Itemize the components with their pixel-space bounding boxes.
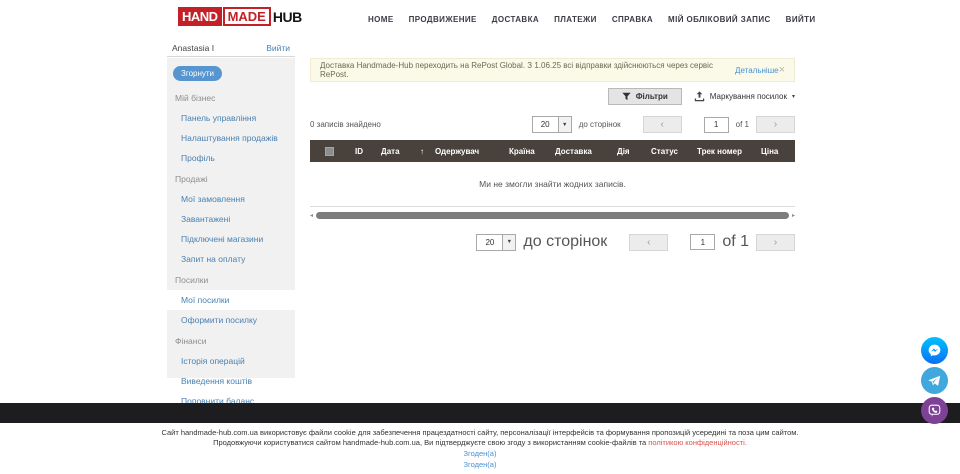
scrollbar-thumb[interactable] [316, 212, 789, 219]
messenger-icon[interactable] [921, 337, 948, 364]
filter-funnel-icon [622, 92, 631, 101]
empty-message: Ми не змогли знайти жодних записів. [479, 179, 626, 189]
next-page-button[interactable]: › [756, 116, 795, 133]
telegram-icon[interactable] [921, 367, 948, 394]
nav-help[interactable]: СПРАВКА [612, 15, 653, 24]
collapse-sidebar-button[interactable]: Згорнути [173, 66, 222, 81]
header-cell-action[interactable]: Дія [610, 140, 644, 162]
sidebar-item-connected-stores[interactable]: Підключені магазини [167, 229, 295, 249]
select-caret-icon: ▼ [558, 117, 571, 132]
filters-button-label: Фільтри [636, 92, 668, 101]
logo-hand: HAND [178, 7, 222, 26]
main-nav: HOME ПРОДВИЖЕНИЕ ДОСТАВКА ПЛАТЕЖИ СПРАВК… [368, 0, 816, 38]
sort-ascending-icon: ↑ [420, 147, 424, 156]
main-content: Доставка Handmade-Hub переходить на RePo… [310, 58, 795, 251]
scroll-right-icon[interactable]: ▸ [792, 213, 795, 219]
banner-details-link[interactable]: Детальніше [735, 66, 779, 75]
pagination-top: 20 ▼ до сторінок ‹ of 1 › [532, 116, 795, 133]
header-cell-price[interactable]: Ціна [754, 140, 795, 162]
parcel-marking-button[interactable]: Маркування посилок ▾ [694, 91, 795, 102]
sidebar-item-dashboard[interactable]: Панель управління [167, 108, 295, 128]
upload-tray-icon [694, 91, 705, 102]
social-floating-buttons [921, 337, 948, 424]
sidebar-section-parcels: Посилки [167, 269, 295, 290]
sidebar-item-my-orders[interactable]: Мої замовлення [167, 189, 295, 209]
header-cell-id[interactable]: ID [348, 140, 374, 162]
nav-payments[interactable]: ПЛАТЕЖИ [554, 15, 597, 24]
horizontal-scrollbar: ◂ ▸ [310, 211, 795, 220]
nav-promotion[interactable]: ПРОДВИЖЕНИЕ [409, 15, 477, 24]
per-page-label: до сторінок [579, 120, 621, 129]
nav-delivery[interactable]: ДОСТАВКА [492, 15, 539, 24]
privacy-policy-link[interactable]: політикою конфіденційності. [648, 438, 747, 447]
select-caret-icon-bottom: ▼ [502, 235, 515, 250]
sidebar-item-uploaded[interactable]: Завантажені [167, 209, 295, 229]
cookie-line2-text: Продовжуючи користуватися сайтом handmad… [213, 438, 648, 447]
close-icon[interactable]: × [779, 65, 785, 76]
sidebar: Згорнути Мій бізнес Панель управління На… [167, 58, 295, 378]
sidebar-section-finance: Фінанси [167, 330, 295, 351]
filters-button[interactable]: Фільтри [608, 88, 682, 105]
chevron-down-icon: ▾ [792, 93, 795, 100]
nav-home[interactable]: HOME [368, 15, 394, 24]
footer-dark-bar [0, 403, 960, 423]
header-cell-country[interactable]: Країна [502, 140, 548, 162]
pagination-bottom-wrap: 20 ▼ до сторінок ‹ of 1 › [310, 233, 795, 251]
results-row: 0 записів знайдено 20 ▼ до сторінок ‹ of… [310, 115, 795, 134]
sidebar-section-sales: Продажі [167, 168, 295, 189]
parcel-marking-label: Маркування посилок [710, 92, 787, 101]
per-page-label-bottom: до сторінок [523, 233, 607, 251]
cookie-agree-link-1[interactable]: Згоден(а) [0, 449, 960, 459]
header-cell-delivery[interactable]: Доставка [548, 140, 610, 162]
sidebar-item-create-parcel[interactable]: Оформити посилку [167, 310, 295, 330]
table-empty-state: Ми не змогли знайти жодних записів. [310, 162, 795, 207]
prev-page-button-bottom[interactable]: ‹ [629, 234, 668, 251]
sidebar-item-profile[interactable]: Профіль [167, 148, 295, 168]
per-page-value: 20 [533, 120, 558, 129]
header-cell-recipient[interactable]: Одержувач [428, 140, 502, 162]
cookie-agree-link-2[interactable]: Згоден(а) [0, 460, 960, 470]
top-header: HAND MADE HUB HOME ПРОДВИЖЕНИЕ ДОСТАВКА … [0, 0, 960, 38]
user-bar: Anastasia I Вийти [167, 40, 295, 57]
header-cell-date[interactable]: Дата ↑ [374, 140, 428, 162]
cookie-text-line2: Продовжуючи користуватися сайтом handmad… [0, 438, 960, 448]
logo-hub: HUB [273, 9, 302, 25]
sidebar-item-withdrawals[interactable]: Виведення коштів [167, 371, 295, 391]
per-page-select[interactable]: 20 ▼ [532, 116, 572, 133]
select-all-checkbox[interactable] [325, 147, 334, 156]
cookie-footer: Сайт handmade-hub.com.ua використовує фа… [0, 428, 960, 470]
page-of-label: of 1 [736, 120, 749, 129]
logo-made: MADE [223, 7, 271, 26]
header-cell-status[interactable]: Статус [644, 140, 690, 162]
header-cell-checkbox [310, 140, 348, 162]
username: Anastasia I [172, 43, 214, 53]
parcels-table-header: ID Дата ↑ Одержувач Країна Доставка Дія … [310, 140, 795, 162]
page-number-input[interactable] [704, 117, 729, 133]
repost-notice-banner: Доставка Handmade-Hub переходить на RePo… [310, 58, 795, 82]
pagination-bottom: 20 ▼ до сторінок ‹ of 1 › [476, 233, 795, 251]
per-page-select-bottom[interactable]: 20 ▼ [476, 234, 516, 251]
records-count: 0 записів знайдено [310, 120, 381, 129]
scroll-left-icon[interactable]: ◂ [310, 213, 313, 219]
cookie-text-line1: Сайт handmade-hub.com.ua використовує фа… [0, 428, 960, 438]
sidebar-section-my-business: Мій бізнес [167, 87, 295, 108]
header-date-label: Дата [381, 147, 400, 156]
prev-page-button[interactable]: ‹ [643, 116, 682, 133]
nav-my-account[interactable]: МІЙ ОБЛІКОВИЙ ЗАПИС [668, 15, 771, 24]
viber-icon[interactable] [921, 397, 948, 424]
nav-logout[interactable]: ВИЙТИ [786, 15, 816, 24]
sidebar-item-sales-settings[interactable]: Налаштування продажів [167, 128, 295, 148]
toolbar: Фільтри Маркування посилок ▾ [310, 87, 795, 106]
header-cell-track-number[interactable]: Трек номер [690, 140, 754, 162]
per-page-value-bottom: 20 [477, 238, 502, 247]
page-number-input-bottom[interactable] [690, 234, 715, 250]
logout-link[interactable]: Вийти [266, 43, 290, 53]
sidebar-item-operations-history[interactable]: Історія операцій [167, 351, 295, 371]
page-of-label-bottom: of 1 [722, 233, 749, 251]
handmade-hub-logo[interactable]: HAND MADE HUB [178, 7, 302, 26]
sidebar-item-payment-request[interactable]: Запит на оплату [167, 249, 295, 269]
next-page-button-bottom[interactable]: › [756, 234, 795, 251]
banner-text: Доставка Handmade-Hub переходить на RePo… [320, 61, 732, 79]
sidebar-item-my-parcels[interactable]: Мої посилки [167, 290, 295, 310]
